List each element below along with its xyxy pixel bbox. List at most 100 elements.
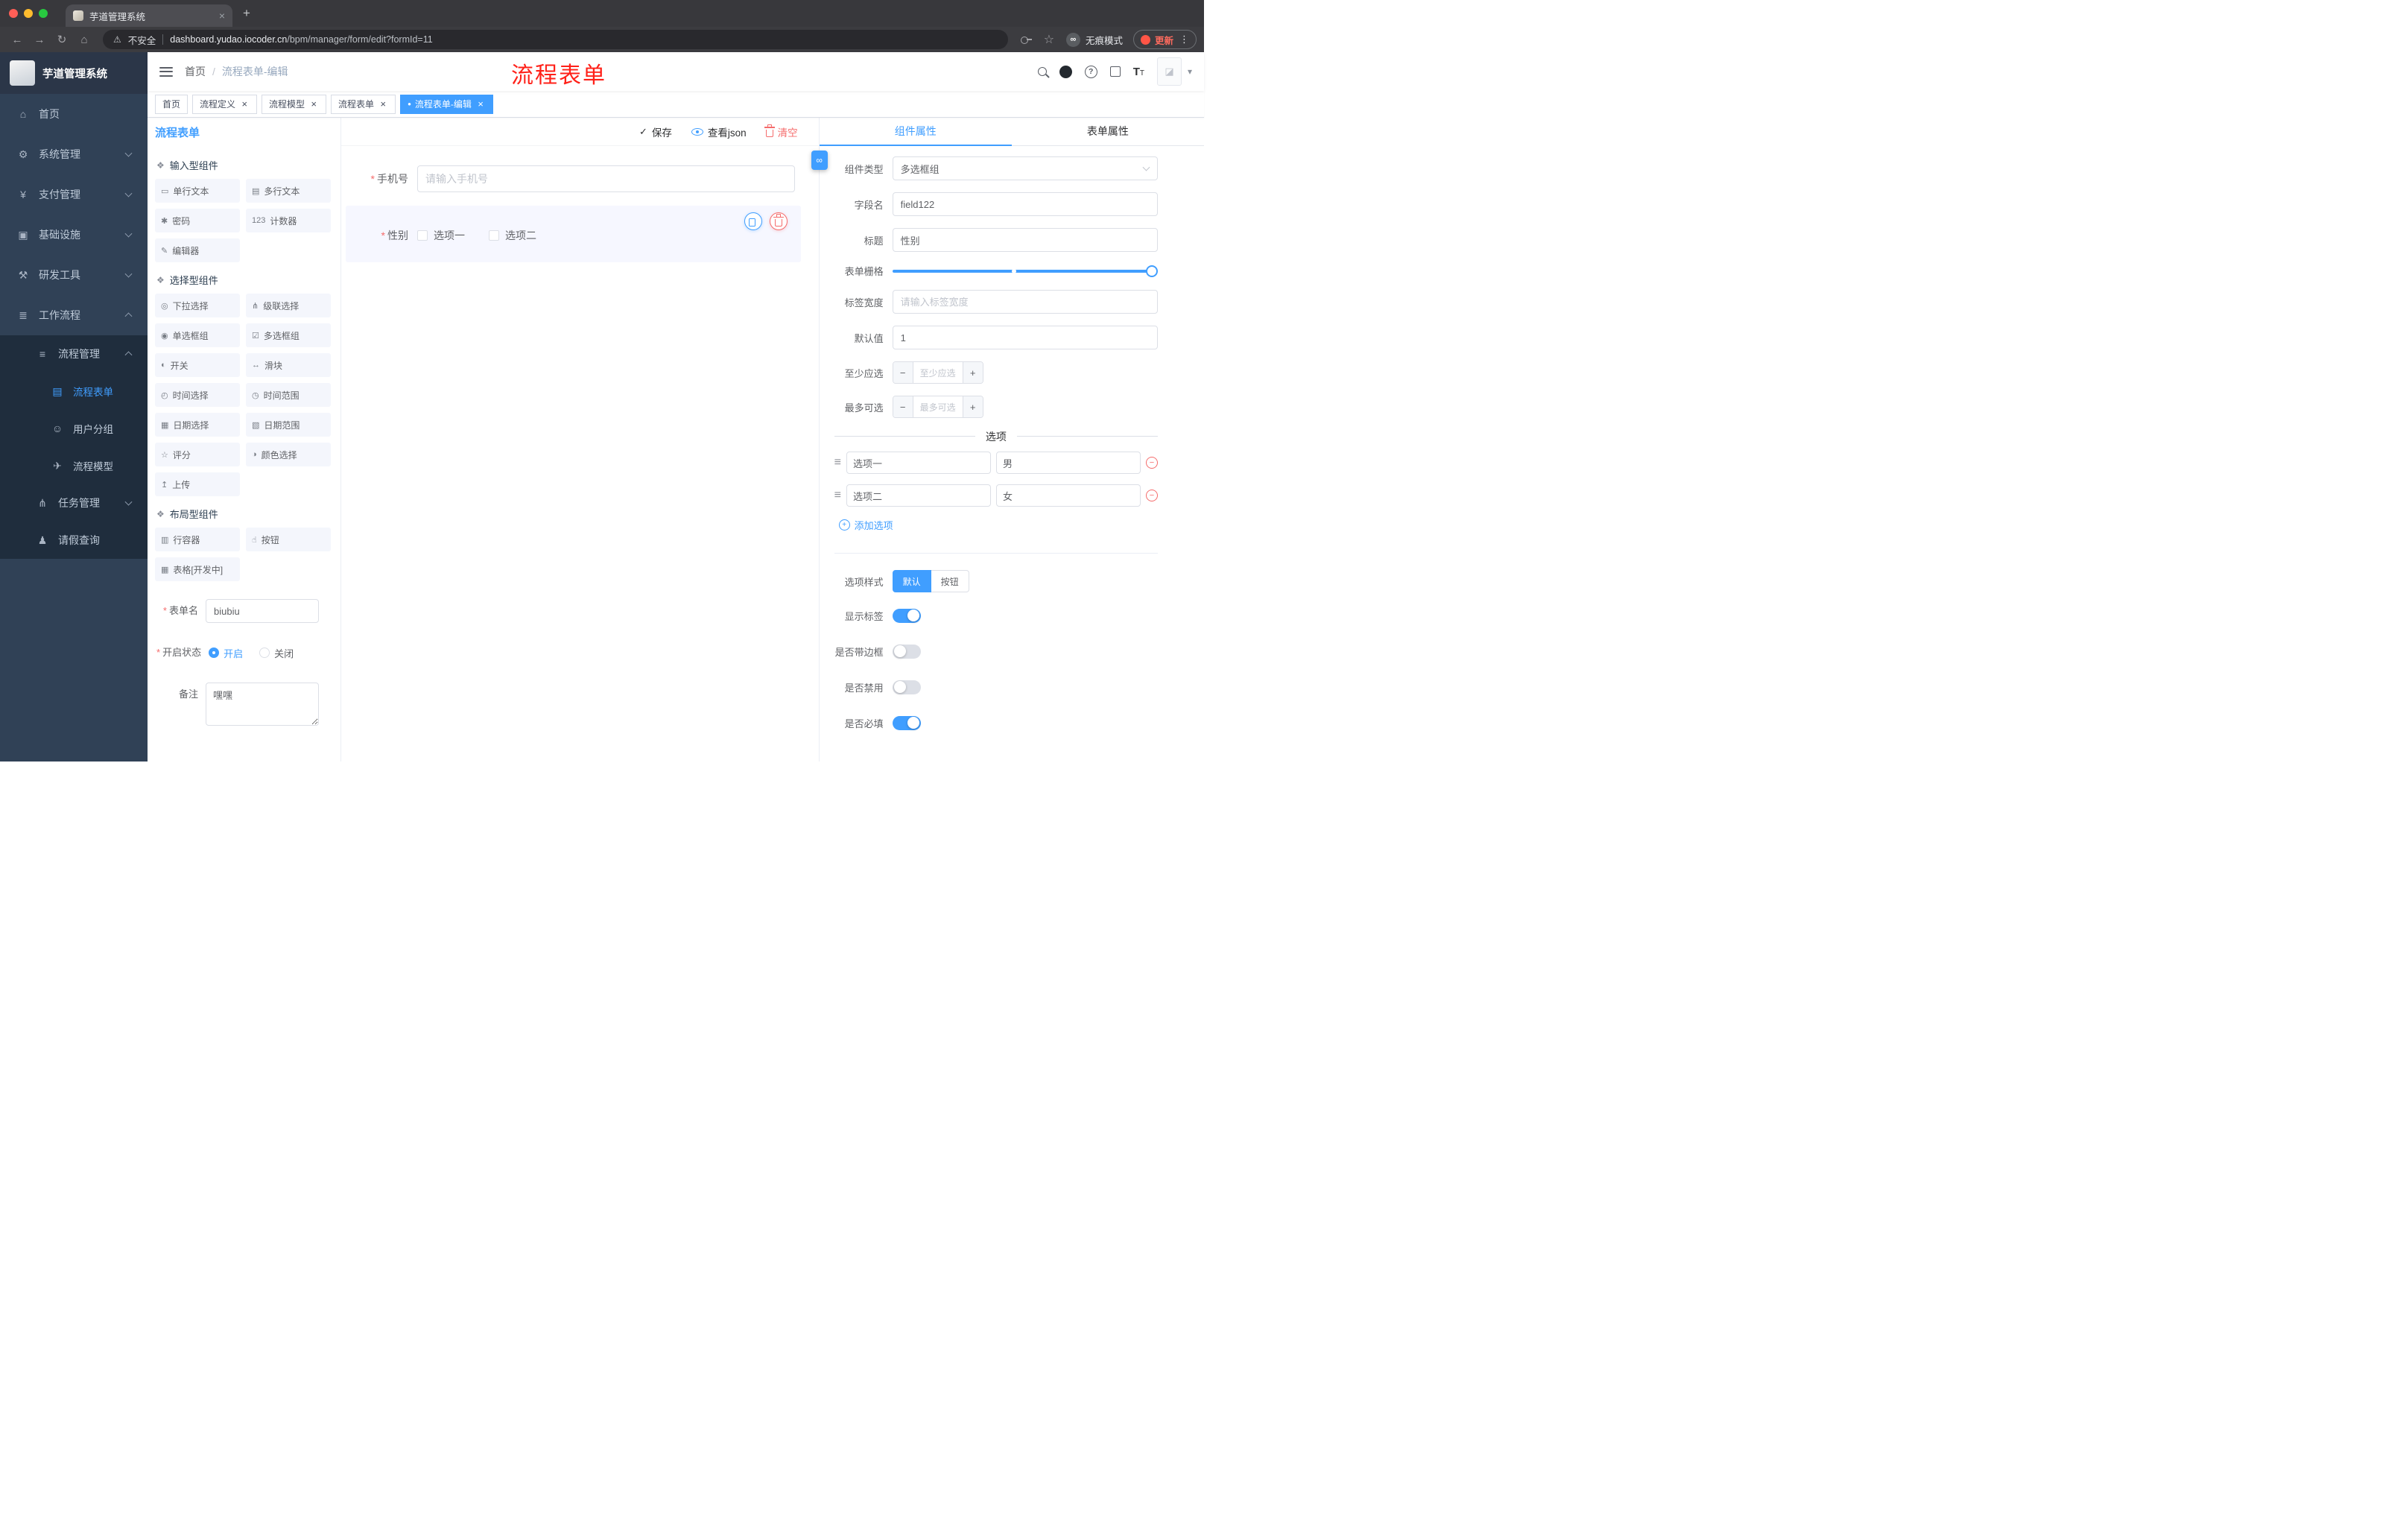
remove-option-icon[interactable]: −	[1146, 457, 1158, 469]
toggle-switch[interactable]	[892, 680, 921, 694]
tag-close-icon[interactable]: ×	[378, 99, 388, 110]
sidebar-logo[interactable]: 芋道管理系统	[0, 52, 148, 94]
tab-close-icon[interactable]: ×	[219, 10, 225, 22]
sidebar-menu-item[interactable]: ♟ 请假查询	[0, 522, 148, 559]
gender-option2-checkbox[interactable]: 选项二	[489, 228, 536, 243]
option-name-input[interactable]	[846, 452, 991, 474]
help-icon[interactable]: ?	[1084, 65, 1097, 78]
hamburger-menu-icon[interactable]	[159, 66, 173, 77]
sidebar-menu-item[interactable]: ⚙ 系统管理	[0, 134, 148, 174]
component-palette-item[interactable]: ⋔ 级联选择	[246, 294, 331, 317]
save-button[interactable]: ✓ 保存	[639, 124, 672, 139]
component-palette-item[interactable]: ▧ 日期范围	[246, 413, 331, 437]
component-palette-item[interactable]: ☝ 按钮	[246, 528, 331, 551]
component-palette-item[interactable]: ▤ 多行文本	[246, 179, 331, 203]
max-select-placeholder[interactable]: 最多可选	[913, 396, 963, 417]
sidebar-menu-item[interactable]: ⌂ 首页	[0, 94, 148, 134]
component-palette-item[interactable]: ☆ 评分	[155, 443, 240, 466]
minimize-window-button[interactable]	[24, 9, 33, 18]
component-palette-item[interactable]: ◑ 颜色选择	[246, 443, 331, 466]
component-palette-item[interactable]: ◐ 开关	[155, 353, 240, 377]
tag-item[interactable]: 首页	[155, 94, 188, 114]
option-style-button[interactable]: 按钮	[931, 570, 969, 592]
component-palette-item[interactable]: ◉ 单选框组	[155, 323, 240, 347]
option-value-input[interactable]	[996, 484, 1141, 507]
tag-close-icon[interactable]: ×	[239, 99, 250, 110]
address-bar[interactable]: ⚠ 不安全 dashboard.yudao.iocoder.cn/bpm/man…	[103, 30, 1008, 49]
component-palette-item[interactable]: ✎ 编辑器	[155, 238, 240, 262]
clear-button[interactable]: 清空	[764, 124, 798, 139]
view-json-button[interactable]: 查看json	[691, 124, 747, 139]
remove-option-icon[interactable]: −	[1146, 490, 1158, 501]
component-palette-item[interactable]: ▦ 日期选择	[155, 413, 240, 437]
component-palette-item[interactable]: ☑ 多选框组	[246, 323, 331, 347]
toggle-switch[interactable]	[892, 608, 921, 623]
close-window-button[interactable]	[9, 9, 18, 18]
label-width-input[interactable]	[892, 290, 1158, 314]
back-button[interactable]: ←	[7, 30, 27, 49]
fullscreen-icon[interactable]	[1109, 66, 1121, 77]
browser-menu-icon[interactable]: ⋮	[1178, 34, 1189, 45]
search-icon[interactable]	[1037, 67, 1047, 76]
status-off-radio[interactable]: 关闭	[259, 646, 294, 660]
component-palette-item[interactable]: ↥ 上传	[155, 472, 240, 496]
add-option-button[interactable]: + 添加选项	[838, 518, 893, 532]
new-tab-button[interactable]: +	[243, 6, 250, 21]
sidebar-menu-item[interactable]: ≡ 流程管理	[0, 335, 148, 373]
component-palette-item[interactable]: ◷ 时间范围	[246, 383, 331, 407]
option-value-input[interactable]	[996, 452, 1141, 474]
tab-component-props[interactable]: 组件属性	[819, 118, 1013, 146]
slider-handle[interactable]	[1146, 265, 1158, 277]
bookmark-star-icon[interactable]: ☆	[1039, 30, 1059, 49]
avatar-caret-icon[interactable]: ▾	[1188, 66, 1192, 77]
toggle-switch[interactable]	[892, 644, 921, 659]
breadcrumb-home[interactable]: 首页	[185, 64, 206, 79]
sidebar-menu-item[interactable]: ⋔ 任务管理	[0, 484, 148, 522]
sidebar-menu-item[interactable]: ☺ 用户分组	[0, 410, 148, 447]
sidebar-menu-item[interactable]: ▤ 流程表单	[0, 373, 148, 410]
stepper-decrease-button[interactable]: −	[893, 362, 913, 383]
component-palette-item[interactable]: 123 计数器	[246, 209, 331, 232]
component-palette-item[interactable]: ✱ 密码	[155, 209, 240, 232]
stepper-increase-button[interactable]: +	[962, 396, 983, 417]
component-palette-item[interactable]: ▭ 单行文本	[155, 179, 240, 203]
tag-close-icon[interactable]: ×	[308, 99, 319, 110]
home-button[interactable]: ⌂	[75, 30, 94, 49]
stepper-decrease-button[interactable]: −	[893, 396, 913, 417]
drag-handle-icon[interactable]: ≡	[834, 489, 841, 502]
option-name-input[interactable]	[846, 484, 991, 507]
component-palette-item[interactable]: ▦ 表格[开发中]	[155, 557, 240, 581]
sidebar-menu-item[interactable]: ✈ 流程模型	[0, 447, 148, 484]
tag-close-icon[interactable]: ×	[475, 99, 486, 110]
phone-input[interactable]	[417, 165, 795, 192]
update-button[interactable]: 更新 ⋮	[1132, 30, 1197, 49]
component-palette-item[interactable]: ◴ 时间选择	[155, 383, 240, 407]
component-palette-item[interactable]: ◎ 下拉选择	[155, 294, 240, 317]
form-grid-slider[interactable]	[892, 265, 1158, 277]
font-size-icon[interactable]: TT	[1133, 66, 1144, 77]
browser-tab[interactable]: 芋道管理系统 ×	[66, 4, 232, 27]
tag-item[interactable]: 流程模型 ×	[262, 94, 327, 114]
status-on-radio[interactable]: 开启	[209, 646, 243, 660]
tag-item[interactable]: ● 流程表单-编辑 ×	[400, 94, 493, 114]
component-type-select[interactable]: 多选框组	[892, 156, 1158, 180]
field-name-input[interactable]	[892, 192, 1158, 216]
tag-item[interactable]: 流程表单 ×	[331, 94, 396, 114]
sidebar-menu-item[interactable]: ⚒ 研发工具	[0, 255, 148, 295]
github-icon[interactable]	[1059, 65, 1072, 78]
remark-textarea[interactable]	[206, 683, 319, 726]
default-value-input[interactable]	[892, 326, 1158, 349]
gender-field-widget[interactable]: 性别 选项一 选项二	[346, 206, 801, 262]
component-palette-item[interactable]: ↔ 滑块	[246, 353, 331, 377]
toggle-switch[interactable]	[892, 715, 921, 730]
zoom-window-button[interactable]	[39, 9, 48, 18]
sidebar-menu-item[interactable]: ▣ 基础设施	[0, 215, 148, 255]
sidebar-menu-item[interactable]: ≣ 工作流程	[0, 295, 148, 335]
delete-widget-button[interactable]	[769, 212, 788, 230]
gender-option1-checkbox[interactable]: 选项一	[417, 228, 465, 243]
tag-item[interactable]: 流程定义 ×	[192, 94, 258, 114]
sidebar-menu-item[interactable]: ¥ 支付管理	[0, 174, 148, 215]
title-input[interactable]	[892, 228, 1158, 252]
component-palette-item[interactable]: ▥ 行容器	[155, 528, 240, 551]
reload-button[interactable]: ↻	[52, 30, 72, 49]
